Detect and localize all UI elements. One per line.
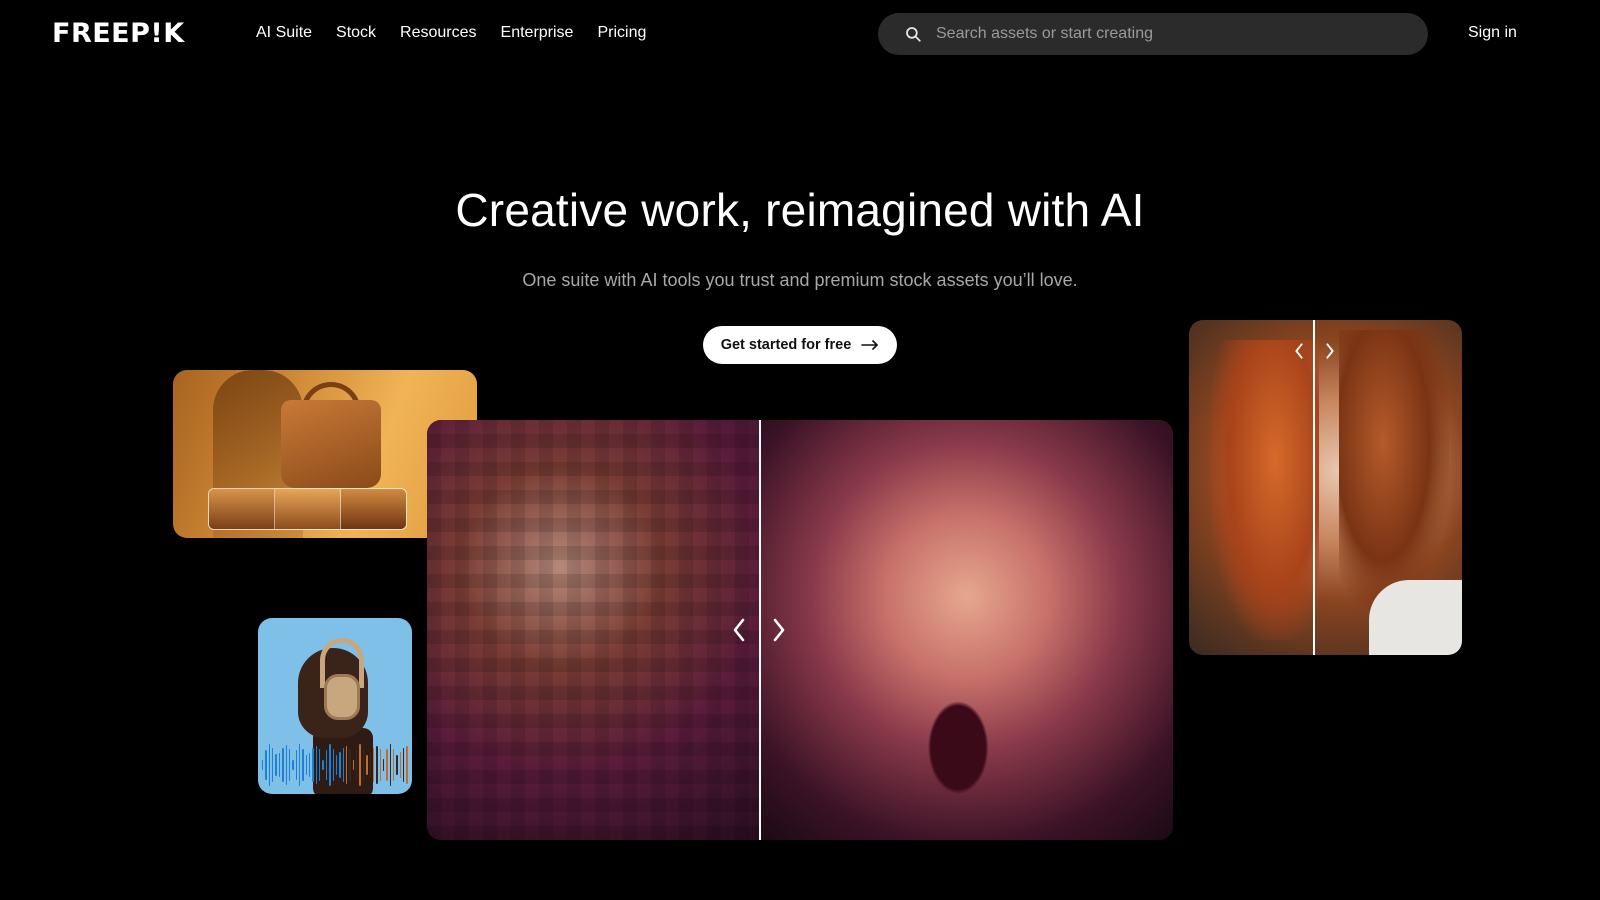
hero-subtitle: One suite with AI tools you trust and pr… xyxy=(522,270,1078,290)
waveform-bar xyxy=(288,748,291,782)
waveform-bar xyxy=(403,747,405,783)
waveform-bar xyxy=(349,749,351,781)
waveform-bar xyxy=(339,752,341,778)
waveform-bar xyxy=(389,743,392,787)
waveform-bar xyxy=(332,748,334,782)
nav-resources[interactable]: Resources xyxy=(400,23,476,43)
waveform-bar xyxy=(393,748,395,782)
thumbnail xyxy=(275,489,341,529)
get-started-label: Get started for free xyxy=(720,337,852,353)
sign-in-link[interactable]: Sign in xyxy=(1468,23,1517,43)
comparison-divider[interactable] xyxy=(759,420,761,840)
waveform-bar xyxy=(275,754,277,776)
waveform-bar xyxy=(386,749,388,781)
nav-pricing[interactable]: Pricing xyxy=(597,23,646,43)
upscale-comparison-card xyxy=(427,420,1173,840)
chevron-left-icon[interactable] xyxy=(1294,343,1304,359)
nav-enterprise[interactable]: Enterprise xyxy=(501,23,574,43)
chevron-right-icon[interactable] xyxy=(1325,343,1335,359)
search-bar[interactable] xyxy=(878,13,1428,55)
portrait-hair-shape xyxy=(1209,340,1319,640)
waveform-bar xyxy=(372,748,375,782)
main-nav: AI Suite Stock Resources Enterprise Pric… xyxy=(256,23,646,43)
top-header: FREEP!K AI Suite Stock Resources Enterpr… xyxy=(0,0,1600,68)
handbag-image xyxy=(281,400,381,488)
waveform-bar xyxy=(362,748,365,782)
waveform-bar xyxy=(282,748,284,782)
waveform-bar xyxy=(342,748,344,782)
thumbnail xyxy=(341,489,406,529)
waveform-bar xyxy=(312,748,314,782)
search-icon[interactable] xyxy=(904,25,922,43)
waveform-bar xyxy=(345,745,348,785)
waveform-bar xyxy=(319,749,321,781)
headphone-cup-shape xyxy=(324,674,360,720)
thumbnail xyxy=(209,489,275,529)
portrait-divider[interactable] xyxy=(1313,320,1315,655)
waveform-bar xyxy=(329,743,331,787)
nav-ai-suite[interactable]: AI Suite xyxy=(256,23,312,43)
waveform-bar xyxy=(292,760,294,770)
waveform-bar xyxy=(356,749,358,781)
waveform-bar xyxy=(335,754,338,776)
waveform-bar xyxy=(369,752,371,778)
comparison-before-image xyxy=(427,420,760,840)
waveform-bar xyxy=(315,745,318,785)
waveform-bar xyxy=(309,752,311,778)
comparison-after-image xyxy=(760,420,1173,840)
waveform-bar xyxy=(268,744,271,786)
freepik-logo[interactable]: FREEP!K xyxy=(52,20,185,48)
waveform-bar xyxy=(396,755,398,775)
landing-page: FREEP!K AI Suite Stock Resources Enterpr… xyxy=(0,0,1600,900)
waveform-bar xyxy=(366,755,368,775)
waveform-bar xyxy=(325,749,328,781)
waveform-bar xyxy=(399,751,402,779)
search-input[interactable] xyxy=(936,13,1428,55)
waveform-bar xyxy=(298,744,301,786)
waveform-bar xyxy=(352,759,355,771)
waveform-bar xyxy=(278,752,281,778)
portrait-shirt-shape xyxy=(1369,580,1462,655)
waveform-bar xyxy=(265,750,267,780)
hero-title: Creative work, reimagined with AI xyxy=(455,184,1145,236)
waveform-bar xyxy=(359,743,361,787)
chevron-right-icon[interactable] xyxy=(772,618,786,642)
waveform-bar xyxy=(272,748,274,782)
headphones-image-card xyxy=(258,618,412,794)
waveform-bar xyxy=(379,749,381,781)
waveform-bar xyxy=(285,745,287,785)
chevron-left-icon[interactable] xyxy=(732,618,746,642)
waveform-bar xyxy=(302,748,304,782)
portrait-comparison-card xyxy=(1189,320,1462,655)
waveform-bar xyxy=(262,760,264,770)
arrow-right-icon xyxy=(861,340,879,350)
audio-waveform xyxy=(262,742,408,788)
waveform-bar xyxy=(322,759,324,771)
get-started-button[interactable]: Get started for free xyxy=(703,326,897,364)
thumbnail-strip xyxy=(208,488,407,530)
waveform-bar xyxy=(305,754,308,776)
waveform-bar xyxy=(406,745,408,785)
waveform-bar xyxy=(376,745,378,785)
waveform-bar xyxy=(295,749,297,781)
portrait-hair-shape xyxy=(1339,330,1449,610)
waveform-bar xyxy=(382,759,385,771)
nav-stock[interactable]: Stock xyxy=(336,23,376,43)
